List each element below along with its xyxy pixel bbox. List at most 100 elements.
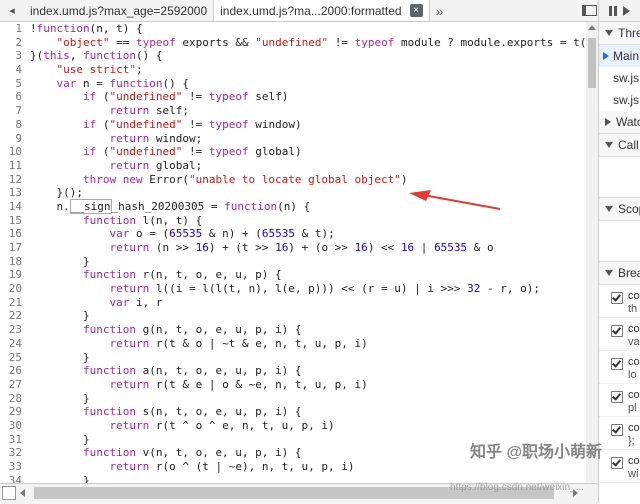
code-line[interactable]: 25 } — [0, 351, 586, 365]
line-number[interactable]: 2 — [0, 36, 30, 50]
code-line[interactable]: 10 if ("undefined" != typeof global) — [0, 145, 586, 159]
code-line[interactable]: 27 return r(t & e | o & ~e, n, t, u, p, … — [0, 378, 586, 392]
line-number[interactable]: 1 — [0, 22, 30, 36]
toggle-debugger-panel-icon[interactable] — [580, 0, 598, 21]
code-text: return l((i = l(l(t, n), l(e, p))) << (r… — [30, 282, 540, 296]
code-line[interactable]: 20 return l((i = l(l(t, n), l(e, p))) <<… — [0, 282, 586, 296]
line-number[interactable]: 29 — [0, 405, 30, 419]
line-number[interactable]: 14 — [0, 200, 30, 214]
line-number[interactable]: 26 — [0, 364, 30, 378]
code-line[interactable]: 24 return r(t & o | ~t & e, n, t, u, p, … — [0, 337, 586, 351]
line-number[interactable]: 20 — [0, 282, 30, 296]
thread-item-sw-js[interactable]: sw.js — [599, 67, 640, 89]
section-threads[interactable]: Threa — [599, 22, 640, 45]
line-number[interactable]: 13 — [0, 186, 30, 200]
code-text: } — [30, 255, 90, 269]
code-line[interactable]: 19 function r(n, t, o, e, u, p) { — [0, 268, 586, 282]
more-tabs-icon[interactable]: » — [430, 0, 450, 21]
line-number[interactable]: 4 — [0, 63, 30, 77]
line-number[interactable]: 34 — [0, 474, 30, 483]
breakpoint-checkbox[interactable] — [611, 358, 623, 370]
code-line[interactable]: 21 var i, r — [0, 296, 586, 310]
code-text: function r(n, t, o, e, u, p) { — [30, 268, 282, 282]
line-number[interactable]: 30 — [0, 419, 30, 433]
line-number[interactable]: 17 — [0, 241, 30, 255]
line-number[interactable]: 27 — [0, 378, 30, 392]
code-line[interactable]: 9 return window; — [0, 132, 586, 146]
thread-item-sw-js[interactable]: sw.js — [599, 89, 640, 111]
close-tab-icon[interactable]: × — [409, 4, 423, 17]
code-line[interactable]: 7 return self; — [0, 104, 586, 118]
line-number[interactable]: 6 — [0, 90, 30, 104]
tab-index-umd-js[interactable]: index.umd.js?max_age=2592000 — [24, 0, 213, 21]
code-line[interactable]: 3}(this, function() { — [0, 49, 586, 63]
code-text: if ("undefined" != typeof window) — [30, 118, 302, 132]
code-line[interactable]: 28 } — [0, 392, 586, 406]
tab-index-umd-js-formatted[interactable]: index.umd.js?ma...2000:formatted × — [213, 0, 430, 21]
line-number[interactable]: 23 — [0, 323, 30, 337]
line-number[interactable]: 22 — [0, 309, 30, 323]
thread-item-main[interactable]: Main — [599, 45, 640, 67]
code-line[interactable]: 5 var n = function() { — [0, 77, 586, 91]
scroll-left-icon[interactable] — [20, 489, 25, 497]
line-number[interactable]: 9 — [0, 132, 30, 146]
line-number[interactable]: 18 — [0, 255, 30, 269]
line-number[interactable]: 3 — [0, 49, 30, 63]
line-number[interactable]: 10 — [0, 145, 30, 159]
line-number[interactable]: 12 — [0, 173, 30, 187]
code-token: function — [83, 49, 136, 63]
code-line[interactable]: 26 function a(n, t, o, e, u, p, i) { — [0, 364, 586, 378]
line-number[interactable]: 8 — [0, 118, 30, 132]
breakpoint-checkbox[interactable] — [611, 391, 623, 403]
line-number[interactable]: 24 — [0, 337, 30, 351]
code-line[interactable]: 22 } — [0, 309, 586, 323]
code-line[interactable]: 18 } — [0, 255, 586, 269]
line-number[interactable]: 32 — [0, 446, 30, 460]
section-scope[interactable]: Scop — [599, 198, 640, 221]
scrollbar-thumb[interactable] — [588, 38, 596, 88]
scroll-up-icon[interactable] — [588, 25, 596, 30]
navigator-toggle-icon[interactable]: ◂ — [0, 0, 24, 21]
line-number[interactable]: 11 — [0, 159, 30, 173]
vertical-scrollbar[interactable] — [586, 22, 598, 483]
line-number[interactable]: 33 — [0, 460, 30, 474]
breakpoint-item[interactable]: co lo — [599, 351, 640, 384]
breakpoint-item[interactable]: co th — [599, 285, 640, 318]
code-token: function — [82, 213, 136, 227]
line-number[interactable]: 7 — [0, 104, 30, 118]
line-number[interactable]: 21 — [0, 296, 30, 310]
code-line[interactable]: 23 function g(n, t, o, e, u, p, i) { — [0, 323, 586, 337]
breakpoint-checkbox[interactable] — [611, 292, 623, 304]
code-line[interactable]: 29 function s(n, t, o, e, u, p, i) { — [0, 405, 586, 419]
line-number[interactable]: 15 — [0, 214, 30, 228]
code-line[interactable]: 2 "object" == typeof exports && "undefin… — [0, 36, 586, 50]
code-line[interactable]: 30 return r(t ^ o ^ e, n, t, u, p, i) — [0, 419, 586, 433]
breakpoint-checkbox[interactable] — [611, 325, 623, 337]
line-number[interactable]: 19 — [0, 268, 30, 282]
line-number[interactable]: 5 — [0, 77, 30, 91]
code-token: | — [414, 241, 435, 254]
code-line[interactable]: 12 throw new Error("unable to locate glo… — [0, 173, 586, 187]
pause-icon[interactable] — [609, 5, 617, 16]
code-editor[interactable]: 1 !function(n, t) {2 "object" == typeof e… — [0, 22, 586, 483]
resume-icon[interactable] — [623, 5, 630, 16]
code-line[interactable]: 16 var o = (65535 & n) + (65535 & t); — [0, 227, 586, 241]
code-line[interactable]: 1 !function(n, t) { — [0, 22, 586, 36]
line-number[interactable]: 25 — [0, 351, 30, 365]
code-line[interactable]: 11 return global; — [0, 159, 586, 173]
breakpoint-item[interactable]: co pl — [599, 384, 640, 417]
section-watch[interactable]: Watc — [599, 111, 640, 134]
code-line[interactable]: 4 "use strict"; — [0, 63, 586, 77]
pretty-print-icon[interactable] — [2, 486, 16, 500]
code-line[interactable]: 17 return (n >> 16) + (t >> 16) + (o >> … — [0, 241, 586, 255]
line-number[interactable]: 16 — [0, 227, 30, 241]
line-number[interactable]: 31 — [0, 433, 30, 447]
line-number[interactable]: 28 — [0, 392, 30, 406]
section-breakpoints[interactable]: Break — [599, 262, 640, 285]
code-line[interactable]: 8 if ("undefined" != typeof window) — [0, 118, 586, 132]
breakpoint-item[interactable]: co va — [599, 318, 640, 351]
section-call-stack[interactable]: Call S — [599, 134, 640, 157]
breakpoint-checkbox[interactable] — [611, 424, 623, 436]
code-line[interactable]: 6 if ("undefined" != typeof self) — [0, 90, 586, 104]
